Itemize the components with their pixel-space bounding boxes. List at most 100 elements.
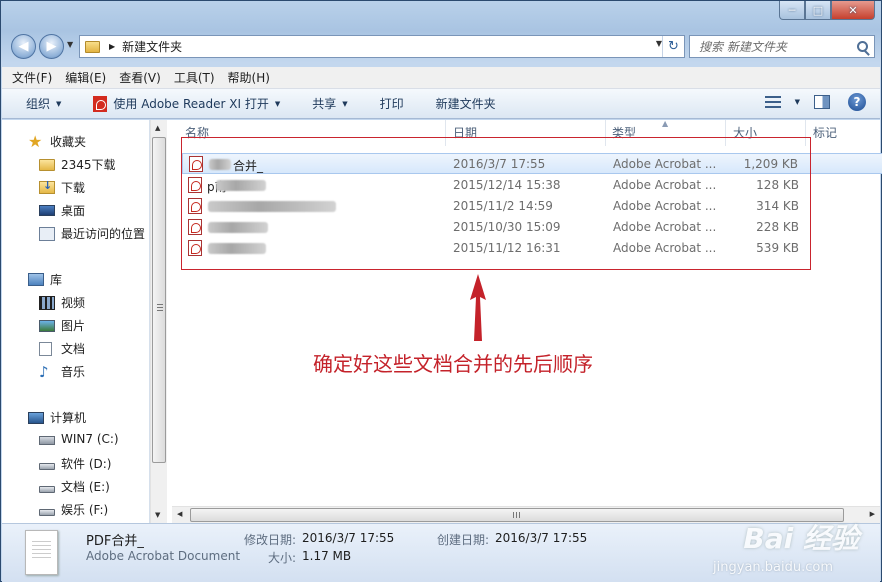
view-options-dropdown[interactable]: ▼ <box>795 98 800 106</box>
close-button[interactable]: ✕ <box>831 1 875 20</box>
window-caption-buttons: ─ □ ✕ <box>779 1 875 20</box>
sidebar-item-label: 文档 <box>61 342 86 356</box>
sidebar-libraries-header[interactable]: 库 <box>28 271 62 288</box>
scroll-thumb[interactable] <box>152 137 166 463</box>
baidu-jingyan-watermark: Bai 经验 <box>743 522 859 555</box>
refresh-button[interactable]: ↻ <box>662 36 684 57</box>
drive-icon <box>39 508 55 516</box>
documents-icon <box>39 341 52 356</box>
sidebar-item-label: 桌面 <box>61 204 86 218</box>
sidebar-favorites-header[interactable]: ★ 收藏夹 <box>28 133 86 150</box>
sidebar-group-label: 收藏夹 <box>50 135 87 149</box>
print-label: 打印 <box>379 97 404 111</box>
recent-pages-dropdown[interactable]: ▼ <box>67 40 73 49</box>
main-area: ★ 收藏夹 2345下载 下载 桌面 最近访问的位置 库 <box>2 119 882 523</box>
forward-button[interactable]: ▶ <box>39 34 64 59</box>
address-bar[interactable]: ▶ 新建文件夹 ▼ ↻ <box>79 35 685 58</box>
help-label: ? <box>853 95 861 109</box>
system-drive-icon <box>39 436 55 445</box>
sidebar-item-label: 2345下载 <box>61 158 116 172</box>
help-icon[interactable]: ? <box>848 93 866 111</box>
chevron-down-icon: ▼ <box>342 99 348 108</box>
navigation-scrollbar[interactable]: ▲ ▼ <box>150 120 167 523</box>
refresh-icon: ↻ <box>668 39 679 54</box>
back-arrow-icon: ◀ <box>18 39 29 54</box>
forward-arrow-icon: ▶ <box>46 39 57 54</box>
new-folder-button[interactable]: 新建文件夹 <box>436 95 496 112</box>
menu-view[interactable]: 查看(V) <box>119 69 161 86</box>
desktop-icon <box>39 205 55 216</box>
close-icon: ✕ <box>848 3 858 17</box>
change-view-icon[interactable] <box>764 96 781 108</box>
details-file-type: Adobe Acrobat Document <box>86 549 241 563</box>
favorites-star-icon: ★ <box>28 131 43 151</box>
scroll-left-icon[interactable]: ◀ <box>177 510 182 518</box>
breadcrumb-separator-icon[interactable]: ▶ <box>109 42 115 51</box>
sidebar-item-music[interactable]: ♪ 音乐 <box>39 363 85 380</box>
scroll-up-icon[interactable]: ▲ <box>155 124 160 132</box>
sidebar-item-label: 图片 <box>61 319 86 333</box>
minimize-button[interactable]: ─ <box>779 1 805 20</box>
downloads-icon <box>39 179 55 194</box>
sidebar-item-drive-f[interactable]: 娱乐 (F:) <box>39 501 108 518</box>
sidebar-item-drive-e[interactable]: 文档 (E:) <box>39 478 110 495</box>
sidebar-item-label: 文档 (E:) <box>61 480 110 494</box>
sidebar-item-label: WIN7 (C:) <box>61 432 119 446</box>
computer-icon <box>28 411 44 424</box>
sort-ascending-icon: ▲ <box>662 119 669 128</box>
sidebar-computer-header[interactable]: 计算机 <box>28 409 86 426</box>
sidebar-item-drive-d[interactable]: 软件 (D:) <box>39 455 111 472</box>
chevron-down-icon: ▼ <box>56 99 62 108</box>
sidebar-item-pictures[interactable]: 图片 <box>39 317 85 334</box>
music-icon: ♪ <box>39 362 49 381</box>
file-list: 名称 日期 类型 ▲ 大小 标记 合并_ 2016/3/7 17:55 Adob… <box>168 119 882 523</box>
sidebar-item-documents[interactable]: 文档 <box>39 340 85 357</box>
back-button[interactable]: ◀ <box>11 34 36 59</box>
column-header-tags[interactable]: 标记 <box>813 124 837 141</box>
pictures-icon <box>39 319 55 332</box>
breadcrumb-current-folder[interactable]: 新建文件夹 <box>122 38 182 55</box>
menu-file[interactable]: 文件(F) <box>12 69 52 86</box>
menu-tools[interactable]: 工具(T) <box>174 69 215 86</box>
details-modified-value: 2016/3/7 17:55 <box>302 531 395 545</box>
open-with-button[interactable]: 使用 Adobe Reader XI 打开 ▼ <box>93 95 280 112</box>
watermark-url: jingyan.baidu.com <box>713 560 833 575</box>
sidebar-item-recent-places[interactable]: 最近访问的位置 <box>39 225 145 242</box>
sidebar-item-label: 下载 <box>61 181 86 195</box>
organize-label: 组织 <box>26 97 51 111</box>
new-folder-label: 新建文件夹 <box>435 97 496 111</box>
sidebar-group-label: 库 <box>50 273 63 287</box>
details-size-value: 1.17 MB <box>302 549 352 563</box>
sidebar-item-downloads[interactable]: 下载 <box>39 179 85 196</box>
sidebar-item-drive-c[interactable]: WIN7 (C:) <box>39 432 119 446</box>
print-button[interactable]: 打印 <box>380 95 404 112</box>
scroll-down-icon[interactable]: ▼ <box>155 511 160 519</box>
annotation-highlight-box <box>181 137 811 270</box>
adobe-reader-icon <box>93 95 108 112</box>
address-row: ◀ ▶ ▼ ▶ 新建文件夹 ▼ ↻ 搜索 新建文件夹 <box>9 32 875 60</box>
preview-pane-icon[interactable] <box>814 95 830 109</box>
scroll-right-icon[interactable]: ▶ <box>870 510 875 518</box>
menu-help[interactable]: 帮助(H) <box>228 69 270 86</box>
annotation-arrow-icon <box>470 274 486 341</box>
search-input[interactable]: 搜索 新建文件夹 <box>699 38 787 55</box>
share-button[interactable]: 共享 ▼ <box>312 95 347 112</box>
organize-button[interactable]: 组织 ▼ <box>26 95 61 112</box>
sidebar-item-label: 软件 (D:) <box>61 457 112 471</box>
grip-icon <box>513 512 520 518</box>
search-box[interactable]: 搜索 新建文件夹 <box>689 35 875 58</box>
sidebar-item-desktop[interactable]: 桌面 <box>39 202 85 219</box>
navigation-pane: ★ 收藏夹 2345下载 下载 桌面 最近访问的位置 库 <box>2 120 150 523</box>
details-file-name: PDF合并_ <box>86 534 144 549</box>
sidebar-item-videos[interactable]: 视频 <box>39 294 85 311</box>
maximize-button[interactable]: □ <box>805 1 831 20</box>
folder-icon <box>85 40 100 53</box>
search-icon[interactable] <box>857 41 868 52</box>
maximize-icon: □ <box>812 3 824 17</box>
annotation-text: 确定好这些文档合并的先后顺序 <box>313 352 593 376</box>
sidebar-item-2345-download[interactable]: 2345下载 <box>39 156 116 173</box>
sidebar-item-label: 视频 <box>61 296 86 310</box>
menu-edit[interactable]: 编辑(E) <box>65 69 106 86</box>
folder-icon <box>39 158 55 171</box>
libraries-icon <box>28 273 44 286</box>
